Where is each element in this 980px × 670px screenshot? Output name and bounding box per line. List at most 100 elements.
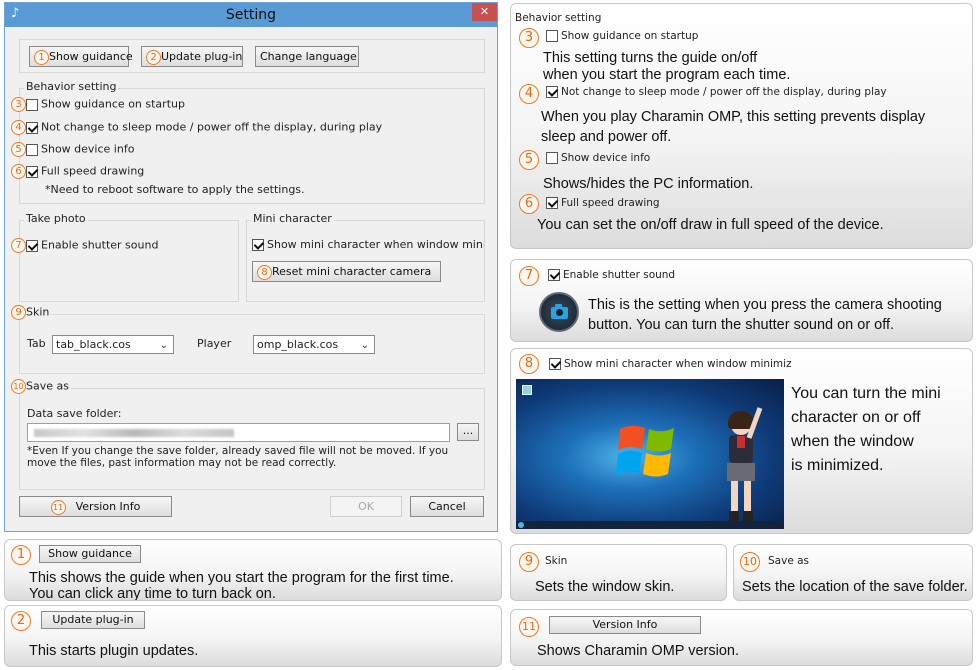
callout-2: 2 — [146, 49, 161, 65]
shutter-explain-panel: 7 Enable shutter sound This is the setti… — [510, 259, 973, 342]
explain-desc-2: This starts plugin updates. — [29, 643, 199, 659]
explain-desc-9: Sets the window skin. — [535, 579, 675, 595]
device-info-checkbox[interactable] — [26, 143, 38, 156]
behavior-note: *Need to reboot software to apply the se… — [45, 183, 305, 196]
explain-callout-1: 1 — [11, 545, 31, 565]
explain-callout-8: 8 — [519, 354, 539, 374]
blurred-path — [34, 429, 234, 437]
change-language-button[interactable]: Change language — [255, 46, 359, 67]
take-photo-legend: Take photo — [24, 212, 88, 225]
behavior-explain-title: Behavior setting — [515, 12, 602, 24]
explain-skin-label: Skin — [545, 555, 568, 567]
explain-update-plugin-button: Update plug-in — [41, 611, 145, 629]
mini-explain-panel: 8 Show mini character when window minimi… — [510, 348, 973, 534]
callout-8: 8 — [257, 264, 272, 280]
plugin-explain-panel: 2 Update plug-in This starts plugin upda… — [4, 605, 502, 667]
taskbar — [516, 521, 784, 529]
version-explain-panel: 11 Version Info Shows Charamin OMP versi… — [510, 609, 973, 666]
explain-saveas-label: Save as — [768, 555, 810, 567]
explain-version-button: Version Info — [549, 616, 701, 634]
explain-callout-10: 10 — [740, 552, 760, 572]
explain-row-6: Full speed drawing — [546, 197, 660, 209]
shutter-row[interactable]: 7 Enable shutter sound — [11, 238, 158, 253]
ok-button[interactable]: OK — [330, 496, 402, 517]
callout-5: 5 — [11, 142, 26, 157]
explain-desc-3a: This setting turns the guide on/off — [543, 50, 758, 66]
behavior-row-6[interactable]: 6 Full speed drawing — [11, 164, 144, 179]
player-label: Player — [197, 337, 232, 350]
explain-desc-8c: when the window — [791, 433, 914, 450]
browse-button[interactable]: ... — [457, 423, 479, 441]
callout-6: 6 — [11, 164, 26, 179]
explain-desc-4a: When you play Charamin OMP, this setting… — [541, 109, 926, 125]
show-guidance-button[interactable]: 1 Show guidance — [29, 46, 133, 67]
no-sleep-checkbox[interactable] — [26, 121, 38, 134]
explain-desc-8a: You can turn the mini — [791, 385, 941, 402]
mini-character-legend: Mini character — [251, 212, 334, 225]
shutter-sound-checkbox[interactable] — [26, 239, 38, 252]
explain-desc-11: Shows Charamin OMP version. — [537, 643, 740, 659]
player-skin-select[interactable]: omp_black.cos ⌄ — [253, 335, 375, 354]
explain-callout-3: 3 — [519, 28, 539, 48]
save-folder-input[interactable] — [27, 423, 450, 442]
explain-row-3: Show guidance on startup — [546, 30, 698, 42]
dialog-title: Setting — [225, 7, 277, 23]
explain-checkbox-5 — [546, 152, 558, 164]
callout-11: 11 — [50, 499, 66, 515]
guidance-explain-panel: 1 Show guidance This shows the guide whe… — [4, 539, 502, 601]
explain-desc-8d: is minimized. — [791, 457, 884, 474]
explain-checkbox-3 — [546, 30, 558, 42]
explain-desc-10: Sets the location of the save folder. — [742, 579, 968, 595]
explain-desc-8b: character on or off — [791, 409, 921, 426]
desktop-screenshot — [516, 379, 784, 529]
update-plugin-button[interactable]: 2 Update plug-in — [141, 46, 243, 67]
explain-desc-5: Shows/hides the PC information. — [543, 176, 754, 192]
explain-desc-6: You can set the on/off draw in full spee… — [537, 217, 884, 233]
explain-checkbox-8 — [549, 358, 561, 370]
mini-char-row[interactable]: Show mini character when window minimiz — [252, 238, 484, 251]
explain-row-7: Enable shutter sound — [548, 269, 675, 281]
callout-1: 1 — [34, 49, 49, 65]
behavior-legend: Behavior setting — [24, 80, 119, 93]
explain-desc-1b: You can click any time to turn back on. — [29, 586, 276, 601]
explain-callout-2: 2 — [11, 611, 31, 631]
explain-callout-7: 7 — [519, 266, 539, 286]
mini-character-figure — [716, 407, 766, 525]
explain-callout-4: 4 — [519, 84, 539, 104]
explain-callout-6: 6 — [519, 194, 539, 214]
full-speed-checkbox[interactable] — [26, 165, 38, 178]
close-button[interactable]: ✕ — [472, 3, 497, 21]
chevron-down-icon: ⌄ — [159, 340, 168, 351]
cancel-button[interactable]: Cancel — [410, 496, 484, 517]
callout-3: 3 — [11, 97, 26, 112]
skin-explain-panel: 9 Skin Sets the window skin. — [510, 544, 727, 601]
explain-desc-3b: when you start the program each time. — [543, 67, 791, 83]
callout-10: 10 — [11, 379, 26, 394]
mini-character-checkbox[interactable] — [252, 239, 264, 251]
behavior-row-3[interactable]: 3 Show guidance on startup — [11, 97, 185, 112]
skin-legend: 9 Skin — [9, 305, 52, 320]
saveas-explain-panel: 10 Save as Sets the location of the save… — [733, 544, 973, 601]
save-as-note: *Even If you change the save folder, alr… — [27, 445, 449, 469]
save-folder-label: Data save folder: — [27, 407, 122, 420]
explain-show-guidance-button: Show guidance — [39, 545, 141, 563]
explain-checkbox-7 — [548, 269, 560, 281]
version-info-button[interactable]: 11 Version Info — [19, 496, 172, 517]
explain-callout-11: 11 — [519, 617, 539, 637]
reset-mini-camera-button[interactable]: 8 Reset mini character camera — [252, 261, 441, 282]
tab-skin-select[interactable]: tab_black.cos ⌄ — [52, 335, 174, 354]
callout-7: 7 — [11, 238, 26, 253]
camera-icon — [539, 292, 579, 332]
explain-checkbox-6 — [546, 197, 558, 209]
guidance-startup-checkbox[interactable] — [26, 98, 38, 111]
behavior-row-4[interactable]: 4 Not change to sleep mode / power off th… — [11, 120, 382, 135]
close-icon: ✕ — [479, 5, 490, 18]
behavior-row-5[interactable]: 5 Show device info — [11, 142, 134, 157]
explain-desc-7b: button. You can turn the shutter sound o… — [588, 317, 895, 333]
explain-row-8: Show mini character when window minimiz — [549, 358, 792, 370]
chevron-down-icon: ⌄ — [360, 340, 369, 351]
windows-logo-icon — [616, 425, 674, 477]
behavior-explain-panel: Behavior setting 3 Show guidance on star… — [510, 3, 973, 249]
explain-callout-5: 5 — [519, 150, 539, 170]
save-as-legend: 10 Save as — [9, 379, 71, 394]
